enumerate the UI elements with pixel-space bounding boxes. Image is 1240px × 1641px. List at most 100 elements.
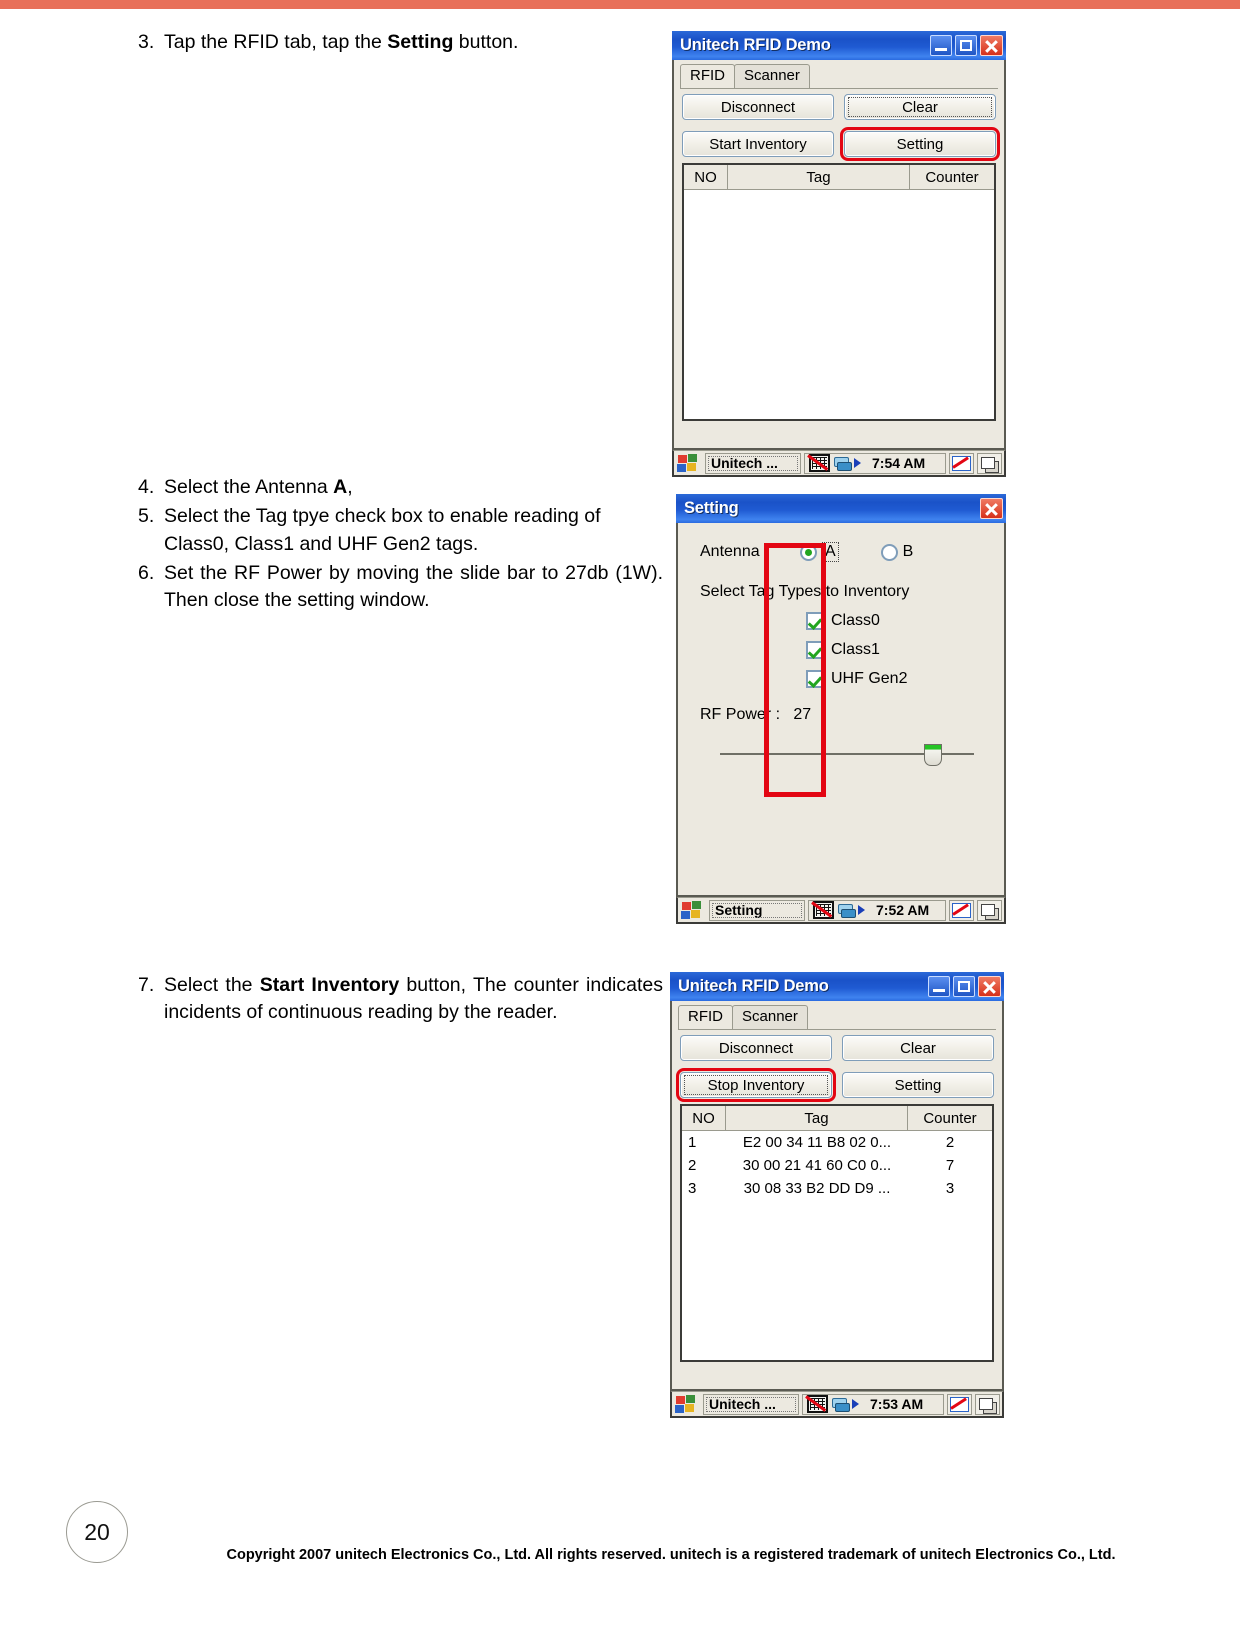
- step-number: 4.: [138, 476, 155, 498]
- checkbox-class0-icon[interactable]: [806, 612, 824, 630]
- stop-inventory-button[interactable]: Stop Inventory: [676, 1068, 836, 1102]
- table-row[interactable]: 3 30 08 33 B2 DD D9 ... 3: [682, 1177, 992, 1200]
- button-row-2: Start Inventory Setting: [674, 126, 1004, 161]
- keyboard-disabled-icon[interactable]: [811, 901, 834, 919]
- column-header-counter: Counter: [925, 168, 979, 186]
- network-icon[interactable]: [838, 903, 856, 918]
- tab-rfid[interactable]: RFID: [678, 1005, 733, 1029]
- tab-bar: RFID Scanner: [674, 60, 1004, 88]
- input-panel-icon[interactable]: [949, 452, 974, 474]
- taskbar-clock[interactable]: 7:54 AM: [872, 455, 925, 471]
- keyboard-disabled-icon[interactable]: [807, 454, 830, 472]
- tab-scanner[interactable]: Scanner: [732, 1005, 808, 1029]
- window-switch-icon[interactable]: [977, 899, 1002, 921]
- titlebar: Setting: [676, 494, 1006, 523]
- start-button-icon[interactable]: [676, 453, 702, 474]
- minimize-icon[interactable]: [930, 35, 952, 56]
- checkbox-class1[interactable]: Class1: [678, 641, 1004, 659]
- window-switch-icon[interactable]: [977, 452, 1002, 474]
- input-panel-icon[interactable]: [949, 899, 974, 921]
- play-arrow-icon: [858, 905, 872, 915]
- network-icon[interactable]: [834, 456, 852, 471]
- setting-button[interactable]: Setting: [840, 127, 1000, 161]
- window-switch-icon[interactable]: [975, 1393, 1000, 1415]
- checkbox-class0[interactable]: Class0: [678, 612, 1004, 630]
- titlebar-buttons: [928, 976, 1001, 997]
- disconnect-button[interactable]: Disconnect: [682, 94, 834, 120]
- cell-tag: 30 00 21 41 60 C0 0...: [742, 1157, 892, 1174]
- rf-power-row: RF Power : 27: [678, 688, 1004, 724]
- taskbar-clock[interactable]: 7:53 AM: [870, 1396, 923, 1412]
- column-header-counter: Counter: [923, 1109, 977, 1127]
- instruction-step: 7. Select the Start Inventory button, Th…: [138, 972, 663, 1027]
- close-icon[interactable]: [980, 498, 1003, 519]
- start-button-icon[interactable]: [680, 900, 706, 921]
- step-number: 6.: [138, 561, 155, 584]
- close-icon[interactable]: [980, 35, 1003, 56]
- antenna-option-b[interactable]: B: [880, 543, 913, 561]
- taskbar-task-button[interactable]: Unitech ...: [703, 1393, 799, 1415]
- tab-rfid[interactable]: RFID: [680, 64, 735, 88]
- column-header-tag: Tag: [728, 165, 910, 189]
- disconnect-button[interactable]: Disconnect: [680, 1035, 832, 1061]
- network-icon[interactable]: [832, 1397, 850, 1412]
- cell-no: 1: [688, 1134, 697, 1151]
- clear-button[interactable]: Clear: [844, 94, 996, 120]
- start-inventory-button[interactable]: Start Inventory: [682, 131, 834, 157]
- taskbar: Unitech ... 7:54 AM: [672, 450, 1006, 477]
- checkbox-class1-icon[interactable]: [806, 641, 824, 659]
- column-header-no: NO: [682, 1106, 726, 1130]
- step-number: 7.: [138, 974, 155, 996]
- titlebar: Unitech RFID Demo: [670, 972, 1004, 1001]
- window-setting-dialog: Setting Antenna A B Select Tag Types to …: [676, 494, 1006, 924]
- step-text-before: Select the Antenna: [164, 476, 334, 498]
- instructions-block-steps456: 4. Select the Antenna A, 5. Select the T…: [138, 474, 663, 616]
- keyboard-disabled-icon[interactable]: [805, 1395, 828, 1413]
- titlebar-buttons: [930, 35, 1003, 56]
- tag-grid: NO Tag Counter 1 E2 00 34 11 B8 02 0... 2 2…: [680, 1104, 994, 1362]
- cell-counter: 3: [945, 1180, 955, 1197]
- checkbox-uhf-gen2-icon[interactable]: [806, 670, 824, 688]
- taskbar-task-button[interactable]: Setting: [709, 899, 805, 921]
- start-button-icon[interactable]: [674, 1394, 700, 1415]
- step-text: Set the RF Power by moving the slide bar…: [164, 561, 663, 612]
- checkbox-class1-label: Class1: [831, 641, 880, 658]
- page-number: 20: [66, 1501, 128, 1563]
- window-title: Unitech RFID Demo: [680, 36, 831, 54]
- tag-types-label: Select Tag Types to Inventory: [700, 583, 910, 600]
- clear-button[interactable]: Clear: [842, 1035, 994, 1061]
- taskbar-right-icons: [947, 1393, 1000, 1415]
- setting-button[interactable]: Setting: [842, 1072, 994, 1098]
- radio-a-icon[interactable]: [800, 543, 817, 561]
- button-row-1: Disconnect Clear: [674, 89, 1004, 120]
- play-arrow-icon: [854, 458, 868, 468]
- input-panel-icon[interactable]: [947, 1393, 972, 1415]
- radio-b-icon[interactable]: [880, 543, 898, 561]
- titlebar: Unitech RFID Demo: [672, 31, 1006, 60]
- maximize-icon[interactable]: [955, 35, 977, 56]
- taskbar-clock[interactable]: 7:52 AM: [876, 902, 929, 918]
- step-text-after: button.: [453, 31, 519, 53]
- window-client-area: RFID Scanner Disconnect Clear Stop Inven…: [670, 1001, 1004, 1391]
- window-rfid-demo-running: Unitech RFID Demo RFID Scanner Disconnec…: [670, 972, 1004, 1418]
- table-row[interactable]: 2 30 00 21 41 60 C0 0... 7: [682, 1154, 992, 1177]
- tab-scanner[interactable]: Scanner: [734, 64, 810, 88]
- taskbar-tray: 7:53 AM: [802, 1393, 944, 1415]
- table-row[interactable]: 1 E2 00 34 11 B8 02 0... 2: [682, 1131, 992, 1154]
- tag-grid-body[interactable]: 1 E2 00 34 11 B8 02 0... 2 2 30 00 21 41 60 …: [682, 1131, 992, 1200]
- antenna-option-a[interactable]: A: [800, 542, 839, 562]
- checkbox-uhf-gen2[interactable]: UHF Gen2: [678, 670, 1004, 688]
- maximize-icon[interactable]: [953, 976, 975, 997]
- button-row-1: Disconnect Clear: [672, 1030, 1002, 1061]
- step-text-after: ,: [347, 476, 353, 498]
- slider-thumb[interactable]: [924, 744, 943, 766]
- tag-grid-header: NO Tag Counter: [684, 165, 994, 190]
- minimize-icon[interactable]: [928, 976, 950, 997]
- taskbar: Setting 7:52 AM: [676, 897, 1006, 924]
- tab-bar: RFID Scanner: [672, 1001, 1002, 1029]
- rf-power-slider[interactable]: [720, 742, 974, 768]
- taskbar-task-button[interactable]: Unitech ...: [705, 452, 801, 474]
- top-accent-bar: [0, 0, 1240, 9]
- close-icon[interactable]: [978, 976, 1001, 997]
- taskbar: Unitech ... 7:53 AM: [670, 1391, 1004, 1418]
